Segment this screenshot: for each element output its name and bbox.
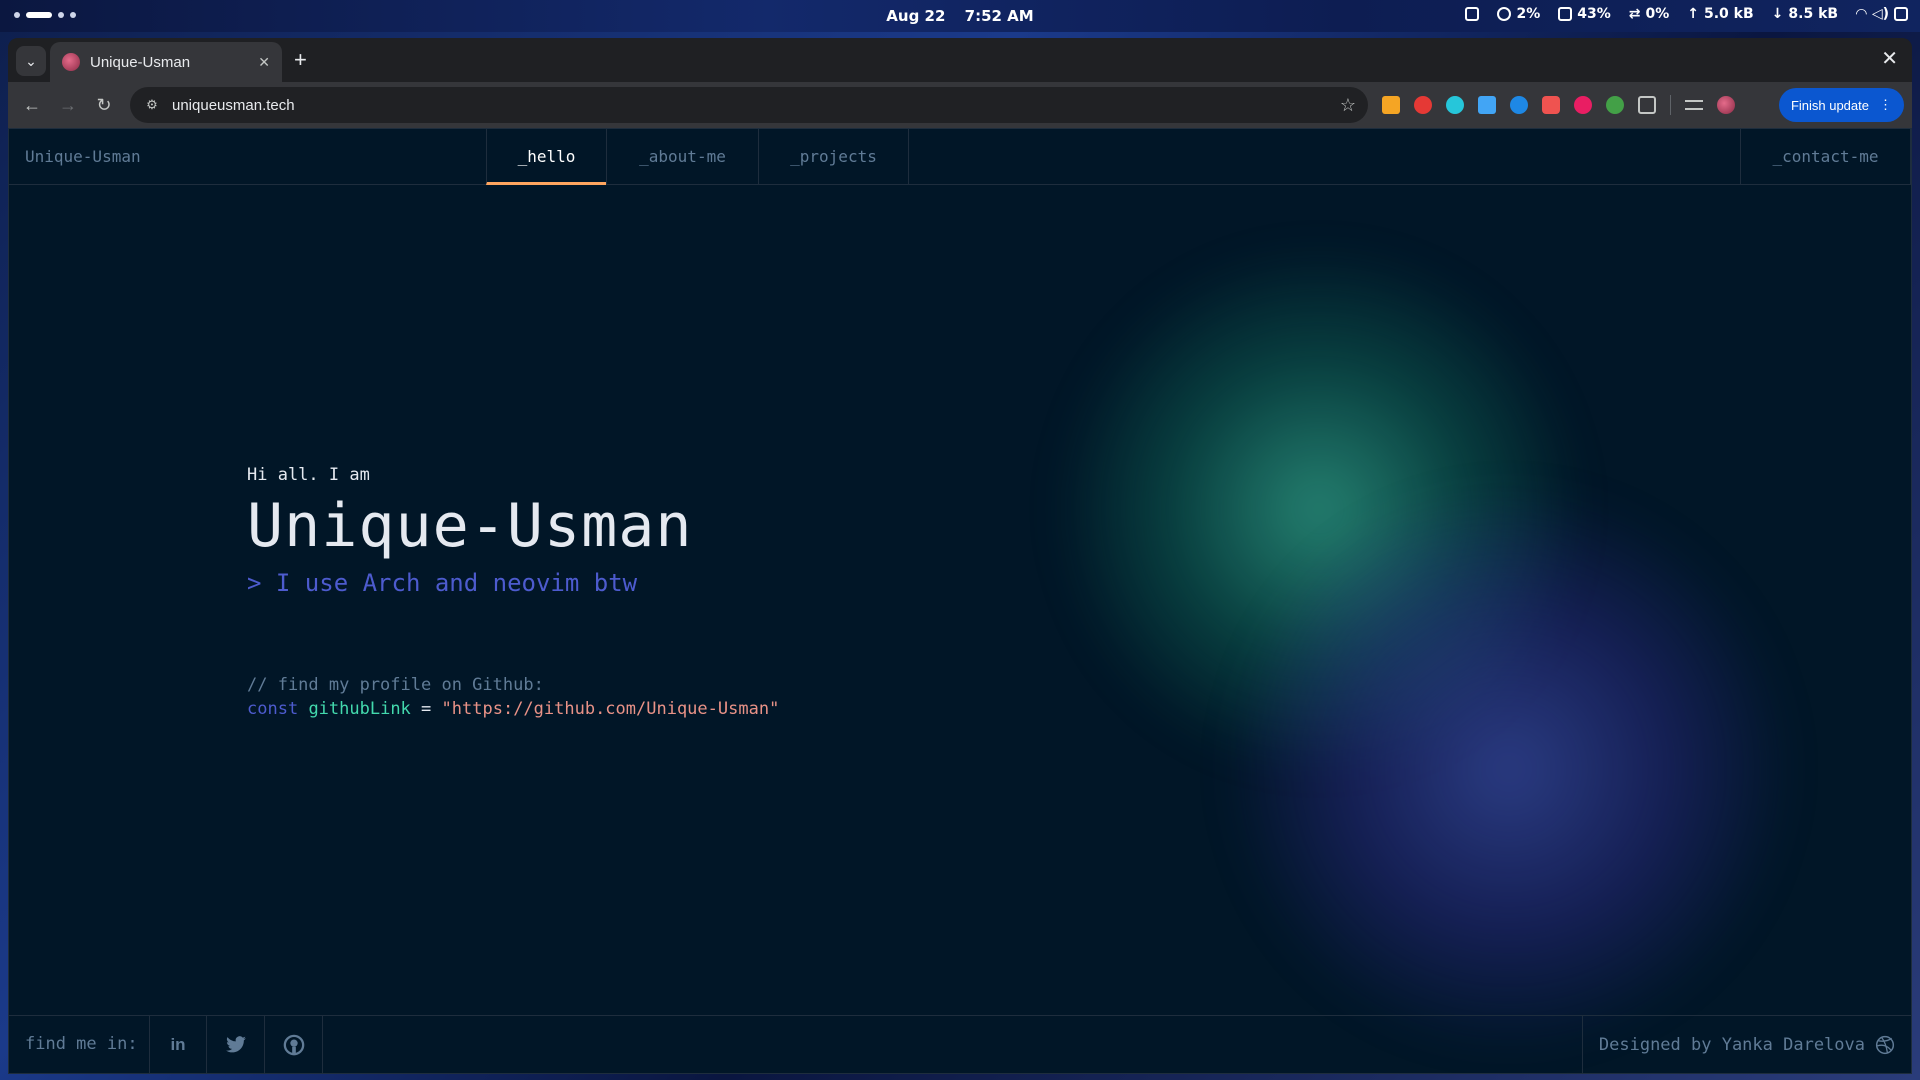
site-logo[interactable]: Unique-Usman [25, 147, 141, 166]
swap-indicator[interactable]: ⇄ 0% [1629, 6, 1670, 22]
swap-icon: ⇄ [1628, 6, 1641, 22]
github-icon[interactable] [265, 1016, 323, 1073]
code-line: const githubLink = "https://github.com/U… [247, 697, 779, 721]
volume-icon: ◁) [1871, 6, 1889, 22]
extension-icon[interactable] [1382, 96, 1400, 114]
site-header: Unique-Usman _hello _about-me _projects … [9, 129, 1911, 185]
upload-arrow-icon: ↑ [1687, 6, 1699, 22]
nav-about-me[interactable]: _about-me [606, 129, 759, 185]
address-bar[interactable]: ⚙ uniqueusman.tech ☆ [130, 87, 1368, 123]
system-tray: 2% 43% ⇄ 0% ↑ 5.0 kB ↓ 8.5 kB ◠ ◁) [1465, 6, 1908, 22]
new-tab-button[interactable]: + [294, 46, 307, 74]
memory-indicator[interactable]: 43% [1558, 6, 1611, 22]
memory-value: 43% [1577, 6, 1611, 22]
nav-contact-me[interactable]: _contact-me [1740, 129, 1911, 185]
browser-window: ⌄ Unique-Usman ✕ + ✕ ← → ↻ ⚙ uniqueusman… [8, 38, 1912, 1074]
upload-value: 5.0 kB [1704, 6, 1754, 22]
more-menu-icon[interactable]: ⋮ [1879, 97, 1892, 113]
time: 7:52 AM [964, 7, 1034, 25]
profile-avatar[interactable] [1717, 96, 1735, 114]
battery-icon [1894, 7, 1908, 21]
tab-strip: ⌄ Unique-Usman ✕ + ✕ [8, 38, 1912, 82]
twitter-bird-icon [225, 1035, 246, 1052]
window-close-button[interactable]: ✕ [1881, 46, 1898, 71]
extensions-area [1382, 95, 1735, 115]
twitter-icon[interactable] [207, 1016, 265, 1073]
toolbar-separator [1670, 95, 1671, 115]
app-grid-icon [1465, 7, 1480, 21]
tab-title: Unique-Usman [90, 53, 191, 71]
download-arrow-icon: ↓ [1771, 6, 1784, 22]
memory-icon [1558, 7, 1573, 21]
linkedin-icon[interactable]: in [149, 1016, 207, 1073]
system-top-bar: Aug 22 7:52 AM 2% 43% ⇄ 0% ↑ 5.0 kB ↓ 8.5 k… [0, 0, 1920, 32]
github-code-snippet: // find my profile on Github: const gith… [247, 673, 779, 721]
code-operator: = [421, 699, 432, 719]
hero-section: Hi all. I am Unique-Usman > I use Arch a… [247, 465, 779, 721]
upload-indicator[interactable]: ↑ 5.0 kB [1687, 6, 1753, 22]
code-comment: // find my profile on Github: [247, 675, 544, 695]
shield-icon[interactable] [1542, 96, 1560, 114]
find-me-label: find me in: [25, 1034, 138, 1054]
cpu-value: 2% [1516, 6, 1541, 22]
github-octocat-icon [283, 1034, 304, 1055]
hero-name: Unique-Usman [247, 491, 693, 561]
browser-toolbar: ← → ↻ ⚙ uniqueusman.tech ☆ Finish update… [8, 82, 1912, 128]
site-footer: find me in: in Designed by Yanka Darelov… [9, 1015, 1911, 1073]
extension-icon[interactable] [1510, 96, 1528, 114]
finish-update-button[interactable]: Finish update ⋮ [1778, 88, 1904, 122]
code-variable: githubLink [308, 699, 411, 719]
code-keyword: const [247, 699, 299, 719]
dribbble-icon [1875, 1035, 1895, 1054]
credit-text: Designed by Yanka Darelova [1598, 1034, 1865, 1055]
date: Aug 22 [886, 7, 946, 25]
hero-tagline: > I use Arch and neovim btw [247, 569, 638, 597]
extension-icon[interactable] [1606, 96, 1624, 114]
browser-tab[interactable]: Unique-Usman ✕ [50, 42, 282, 82]
greeting-text: Hi all. I am [247, 465, 370, 485]
site-info-icon[interactable]: ⚙ [142, 95, 162, 115]
nav-hello[interactable]: _hello [486, 129, 607, 185]
bookmark-star-icon[interactable]: ☆ [1340, 95, 1356, 116]
download-value: 8.5 kB [1788, 6, 1839, 22]
reading-list-icon[interactable] [1685, 100, 1703, 110]
webpage: Unique-Usman _hello _about-me _projects … [8, 128, 1912, 1074]
url-text[interactable]: uniqueusman.tech [172, 97, 1340, 114]
finish-update-label: Finish update [1790, 97, 1869, 113]
github-link[interactable]: "https://github.com/Unique-Usman" [442, 699, 780, 719]
extension-icon[interactable] [1414, 96, 1432, 114]
cpu-indicator[interactable]: 2% [1497, 6, 1540, 22]
puzzle-extensions-icon[interactable] [1638, 96, 1656, 114]
extension-icon[interactable] [1478, 96, 1496, 114]
nav-projects[interactable]: _projects [758, 129, 909, 185]
swap-value: 0% [1645, 6, 1670, 22]
wifi-icon: ◠ [1856, 6, 1867, 22]
site-favicon-icon [62, 53, 80, 71]
forward-button[interactable]: → [52, 89, 84, 121]
tab-search-button[interactable]: ⌄ [16, 46, 46, 76]
download-indicator[interactable]: ↓ 8.5 kB [1772, 6, 1838, 22]
reload-button[interactable]: ↻ [88, 89, 120, 121]
tab-close-icon[interactable]: ✕ [258, 54, 270, 71]
designer-credit[interactable]: Designed by Yanka Darelova [1581, 1016, 1911, 1073]
purple-glow-blob [1229, 489, 1789, 1049]
cpu-icon [1497, 7, 1512, 21]
app-grid-indicator[interactable] [1465, 7, 1480, 21]
back-button[interactable]: ← [16, 89, 48, 121]
status-menu[interactable]: ◠ ◁) [1856, 6, 1908, 22]
extension-icon[interactable] [1446, 96, 1464, 114]
extension-icon[interactable] [1574, 96, 1592, 114]
